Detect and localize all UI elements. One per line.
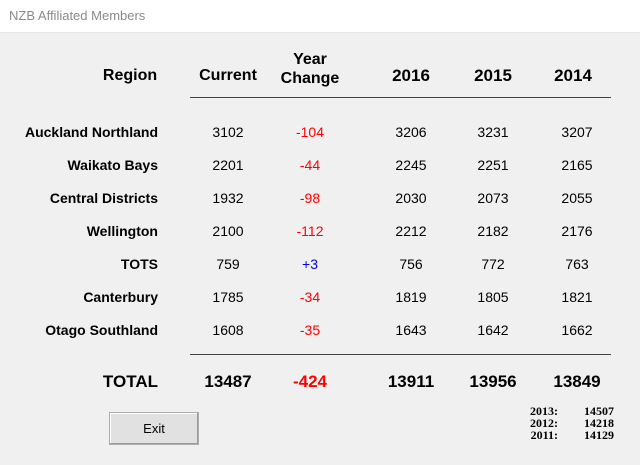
row-year-change: -112: [296, 223, 324, 239]
row-2015: 2182: [477, 223, 509, 239]
row-current: 1932: [212, 190, 244, 206]
row-2015: 2251: [477, 157, 509, 173]
row-2014: 2165: [561, 157, 593, 173]
row-region-label: Canterbury: [83, 289, 158, 305]
row-2016: 1643: [395, 322, 427, 338]
total-2016: 13911: [387, 372, 435, 391]
total-label: TOTAL: [102, 372, 158, 391]
row-region-label: Wellington: [86, 223, 158, 239]
header-2014: 2014: [554, 66, 592, 85]
row-year-change: -35: [299, 322, 321, 338]
row-current: 1608: [212, 322, 244, 338]
history-year: 2011:: [530, 428, 558, 442]
row-2015: 2073: [477, 190, 509, 206]
row-2014: 1662: [561, 322, 593, 338]
row-region-label: Waikato Bays: [67, 157, 158, 173]
total-change: -424: [292, 372, 328, 391]
row-2016: 3206: [395, 124, 427, 140]
row-year-change: -98: [299, 190, 321, 206]
row-year-change: -34: [299, 289, 321, 305]
row-2014: 3207: [561, 124, 593, 140]
header-region: Region: [102, 67, 158, 84]
row-2015: 1642: [477, 322, 509, 338]
row-2016: 2212: [395, 223, 427, 239]
header-current: Current: [199, 67, 257, 84]
total-divider: [190, 354, 611, 355]
row-current: 2201: [212, 157, 244, 173]
total-2014: 13849: [553, 372, 601, 391]
row-2015: 772: [481, 256, 505, 272]
title-bar[interactable]: NZB Affiliated Members: [0, 0, 640, 33]
row-year-change: +3: [302, 256, 318, 272]
row-2014: 2055: [561, 190, 593, 206]
row-year-change: -104: [295, 124, 325, 140]
row-2014: 763: [565, 256, 589, 272]
row-2015: 1805: [477, 289, 509, 305]
total-current: 13487: [204, 372, 252, 391]
row-region-label: TOTS: [120, 256, 158, 272]
header-2016: 2016: [392, 66, 430, 85]
row-2016: 756: [399, 256, 423, 272]
row-2016: 1819: [395, 289, 427, 305]
row-2016: 2030: [395, 190, 427, 206]
row-2014: 1821: [561, 289, 593, 305]
row-2015: 3231: [477, 124, 509, 140]
header-year: Year: [293, 51, 327, 68]
row-2014: 2176: [561, 223, 593, 239]
row-2016: 2245: [395, 157, 427, 173]
window-title: NZB Affiliated Members: [9, 8, 146, 23]
row-year-change: -44: [299, 157, 321, 173]
row-current: 2100: [212, 223, 244, 239]
row-region-label: Otago Southland: [45, 322, 158, 338]
members-window: NZB Affiliated Members Region Current Ye…: [0, 0, 640, 465]
total-2015: 13956: [469, 372, 517, 391]
header-change: Change: [280, 70, 340, 87]
row-current: 759: [216, 256, 240, 272]
row-region-label: Central Districts: [49, 190, 158, 206]
row-current: 3102: [212, 124, 244, 140]
history-value: 14129: [584, 428, 614, 442]
header-2015: 2015: [474, 66, 512, 85]
row-region-label: Auckland Northland: [24, 124, 158, 140]
header-divider: [190, 97, 611, 98]
row-current: 1785: [212, 289, 244, 305]
exit-button[interactable]: Exit: [109, 412, 199, 445]
